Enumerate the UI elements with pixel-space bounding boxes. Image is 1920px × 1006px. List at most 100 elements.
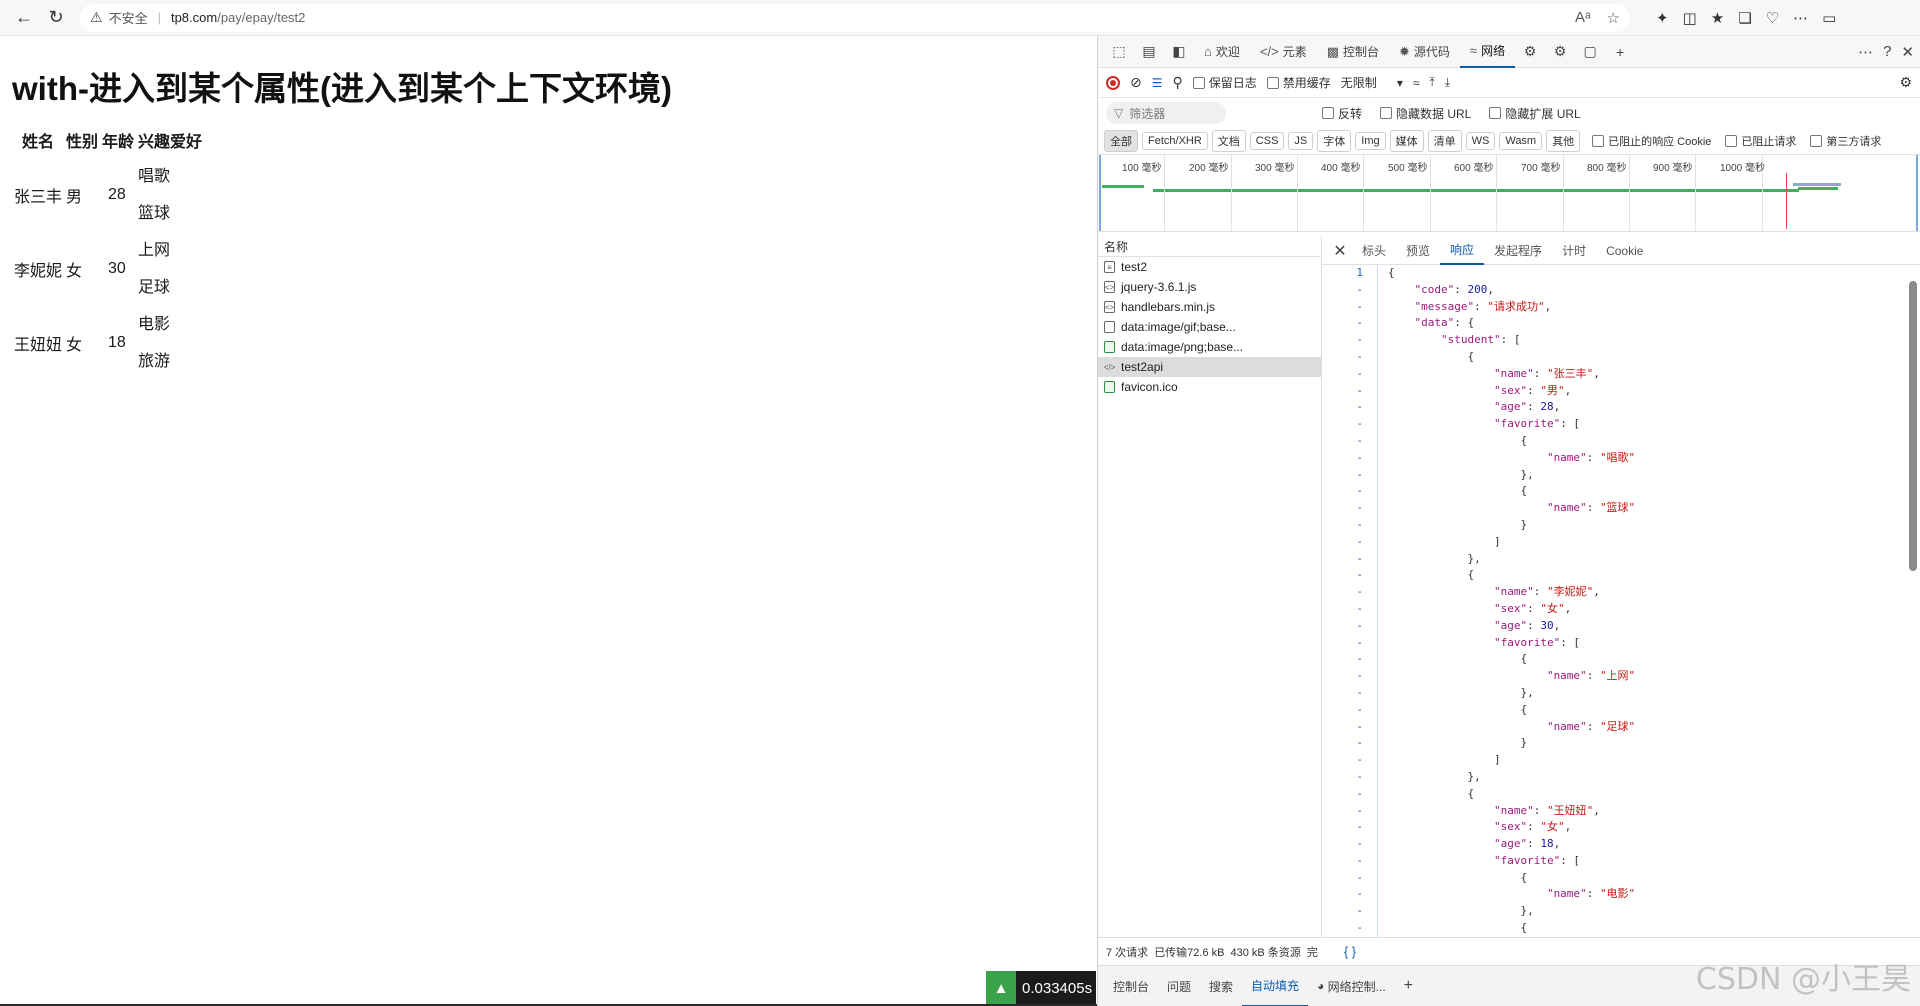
collections-icon[interactable]: ❏ <box>1738 9 1751 27</box>
blocked-cookies-checkbox[interactable]: 已阻止的响应 Cookie <box>1592 133 1711 149</box>
timeline-tick-label: 100 毫秒 <box>1122 163 1162 174</box>
hide-data-url-checkbox[interactable]: 隐藏数据 URL <box>1380 105 1471 122</box>
drawer-tab-console[interactable]: 控制台 <box>1104 966 1158 1006</box>
import-har-icon[interactable]: ⤒ <box>1429 75 1434 90</box>
preserve-log-checkbox[interactable]: 保留日志 <box>1192 74 1257 91</box>
extensions-icon[interactable]: ✦ <box>1656 9 1669 27</box>
console-icon: ▩ <box>1326 43 1339 59</box>
type-filter-manifest[interactable]: 清单 <box>1427 130 1462 152</box>
image-icon <box>1104 381 1115 393</box>
timeline-tick <box>1629 155 1630 231</box>
type-filter-css[interactable]: CSS <box>1249 132 1285 150</box>
tab-cookies[interactable]: Cookie <box>1596 237 1653 265</box>
type-filter-js[interactable]: JS <box>1288 132 1314 150</box>
type-filter-media[interactable]: 媒体 <box>1389 130 1424 152</box>
disable-cache-checkbox[interactable]: 禁用缓存 <box>1266 74 1331 91</box>
timeline-load-marker <box>1786 173 1787 229</box>
page-title: with-进入到某个属性(进入到某个上下文环境) <box>12 70 672 107</box>
more-icon[interactable]: ⋯ <box>1793 9 1808 27</box>
read-aloud-icon[interactable]: Aᵃ <box>1575 9 1591 27</box>
dock-icon[interactable]: ◧ <box>1164 38 1194 66</box>
close-icon[interactable]: ✕ <box>1328 241 1352 261</box>
network-conditions-icon[interactable]: ≈ <box>1413 76 1420 90</box>
timer-badge[interactable]: ▲ 0.033405s <box>986 971 1096 1005</box>
cell-favorites: 上网 足球 <box>136 232 204 306</box>
name-column-header[interactable]: 名称 <box>1098 237 1321 257</box>
tab-console[interactable]: ▩ 控制台 <box>1317 36 1389 68</box>
code-line: "sex": "男", <box>1388 383 1572 397</box>
request-row[interactable]: favicon.ico <box>1098 377 1321 397</box>
timeline-end-marker <box>1916 155 1918 231</box>
close-devtools-icon[interactable]: ✕ <box>1901 43 1914 61</box>
response-viewer[interactable]: 1 - - - - - - - - - - - - - - - - - - - - - - - - - - - - - - - - - - - - - - -… <box>1322 265 1920 957</box>
type-filter-ws[interactable]: WS <box>1465 132 1496 150</box>
address-bar[interactable]: ⚠ 不安全 | tp8.com /pay/epay/test2 Aᵃ ☆ <box>80 3 1630 32</box>
settings-tab-icon[interactable]: ⚙ <box>1545 38 1575 66</box>
third-party-checkbox[interactable]: 第三方请求 <box>1810 133 1881 149</box>
filter-icon[interactable]: ☰ <box>1152 76 1163 90</box>
drawer-tab-network-conditions[interactable]: ◕ 网络控制... <box>1308 966 1395 1006</box>
network-timeline[interactable]: 100 毫秒 200 毫秒 300 毫秒 400 毫秒 500 毫秒 600 毫秒 700 … <box>1098 154 1920 232</box>
blocked-requests-checkbox[interactable]: 已阻止请求 <box>1725 133 1796 149</box>
network-settings-icon[interactable]: ⚙ <box>1899 74 1912 91</box>
drawer-tab-search[interactable]: 搜索 <box>1200 966 1242 1006</box>
favorites-icon[interactable]: ★ <box>1711 9 1724 27</box>
type-filter-wasm[interactable]: Wasm <box>1499 132 1543 150</box>
request-row[interactable]: <> handlebars.min.js <box>1098 297 1321 317</box>
request-row[interactable]: <> jquery-3.6.1.js <box>1098 277 1321 297</box>
code-line: { <box>1388 652 1528 666</box>
record-icon[interactable] <box>1106 75 1120 90</box>
device-toggle-icon[interactable]: ▤ <box>1134 38 1164 66</box>
student-table: 姓名 性别 年龄 兴趣爱好 张三丰 男 28 唱歌 篮球 李妮妮 女 30 上网… <box>12 122 204 380</box>
drawer-tab-autofill[interactable]: 自动填充 <box>1242 966 1309 1006</box>
request-row[interactable]: data:image/gif;base... <box>1098 317 1321 337</box>
hide-extension-url-checkbox[interactable]: 隐藏扩展 URL <box>1489 105 1581 122</box>
tab-timing[interactable]: 计时 <box>1552 237 1596 265</box>
line-number: - <box>1356 601 1363 615</box>
clear-icon[interactable]: ⊘ <box>1130 74 1142 91</box>
line-gutter: 1 - - - - - - - - - - - - - - - - - - - - - - - - - - - - - - - - - - - - - - -… <box>1322 265 1378 957</box>
type-filter-other[interactable]: 其他 <box>1546 130 1581 152</box>
back-icon[interactable]: ← <box>8 4 40 32</box>
request-row[interactable]: data:image/png;base... <box>1098 337 1321 357</box>
export-har-icon[interactable]: ⤓ <box>1445 75 1450 90</box>
tab-initiator[interactable]: 发起程序 <box>1484 237 1552 265</box>
tab-preview[interactable]: 预览 <box>1396 237 1440 265</box>
line-number: - <box>1356 652 1363 666</box>
split-screen-icon[interactable]: ◫ <box>1683 9 1697 27</box>
tab-network[interactable]: ≈ 网络 <box>1459 36 1516 68</box>
performance-icon[interactable]: ♡ <box>1766 9 1779 27</box>
tab-response[interactable]: 响应 <box>1440 237 1485 265</box>
inspect-icon[interactable]: ⬚ <box>1104 38 1134 66</box>
invert-checkbox[interactable]: 反转 <box>1322 105 1362 122</box>
line-number: - <box>1356 736 1363 750</box>
tab-headers[interactable]: 标头 <box>1352 237 1396 265</box>
search-icon[interactable]: ⚲ <box>1173 74 1183 91</box>
application-tab-icon[interactable]: ▢ <box>1575 38 1605 66</box>
tab-welcome[interactable]: ⌂ 欢迎 <box>1194 36 1250 68</box>
add-drawer-tab-icon[interactable]: + <box>1395 966 1422 1006</box>
type-filter-font[interactable]: 字体 <box>1317 130 1352 152</box>
type-filter-doc[interactable]: 文档 <box>1211 130 1246 152</box>
sidebar-icon[interactable]: ▭ <box>1822 9 1836 27</box>
type-filter-img[interactable]: Img <box>1355 132 1386 150</box>
performance-tab-icon[interactable]: ⚙ <box>1515 38 1545 66</box>
request-row[interactable]: ≡ test2 <box>1098 257 1321 277</box>
type-filter-all[interactable]: 全部 <box>1104 130 1138 152</box>
code-line: "sex": "女", <box>1388 601 1572 615</box>
type-filter-fetch[interactable]: Fetch/XHR <box>1142 132 1208 150</box>
throttle-select[interactable]: 无限制 ▾ <box>1341 74 1403 91</box>
filter-input[interactable]: ▽ 筛选器 <box>1106 102 1226 124</box>
tab-sources[interactable]: ✹ 源代码 <box>1389 36 1460 68</box>
help-icon[interactable]: ? <box>1883 43 1891 61</box>
favorite-star-icon[interactable]: ☆ <box>1607 9 1620 27</box>
vertical-scrollbar[interactable] <box>1909 269 1917 939</box>
tab-elements[interactable]: </> 元素 <box>1250 36 1317 68</box>
pretty-print-icon[interactable]: { } <box>1344 944 1356 959</box>
reload-icon[interactable]: ↻ <box>40 4 72 32</box>
drawer-tab-issues[interactable]: 问题 <box>1158 966 1200 1006</box>
request-row[interactable]: </> test2api <box>1098 357 1321 377</box>
add-tab-icon[interactable]: + <box>1605 38 1635 66</box>
more-options-icon[interactable]: ⋯ <box>1858 43 1873 61</box>
scrollbar-thumb[interactable] <box>1909 281 1917 571</box>
